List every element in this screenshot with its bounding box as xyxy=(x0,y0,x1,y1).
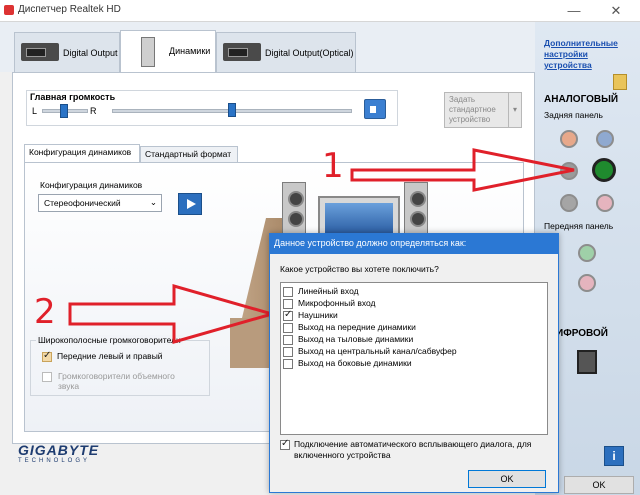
dialog-question: Какое устройство вы хотете поключить? xyxy=(280,264,439,274)
checkbox xyxy=(283,322,293,333)
checkbox xyxy=(283,286,293,297)
option-front-speakers[interactable]: Выход на передние динамики xyxy=(283,322,416,333)
option-label: Линейный вход xyxy=(298,286,359,296)
annotation-number-2: 2 xyxy=(34,292,56,332)
option-line-in[interactable]: Линейный вход xyxy=(283,286,359,297)
checkbox xyxy=(283,346,293,357)
arrow-1 xyxy=(350,148,575,192)
checkbox xyxy=(283,334,293,345)
option-label: Микрофонный вход xyxy=(298,298,376,308)
option-side-speakers[interactable]: Выход на боковые динамики xyxy=(283,358,412,369)
option-label: Выход на тыловые динамики xyxy=(298,334,414,344)
option-label: Выход на передние динамики xyxy=(298,322,416,332)
checkbox xyxy=(283,298,293,309)
option-label: Выход на центральный канал/сабвуфер xyxy=(298,346,457,356)
option-label: Наушники xyxy=(298,310,338,320)
checkbox xyxy=(280,438,290,450)
dialog-title: Данное устройство должно определяться ка… xyxy=(270,234,558,254)
checkbox xyxy=(283,358,293,369)
option-label: Выход на боковые динамики xyxy=(298,358,412,368)
checkbox xyxy=(283,309,293,321)
dialog-ok-button[interactable]: OK xyxy=(468,470,546,488)
annotation-number-1: 1 xyxy=(322,146,344,186)
checkbox-label: Подключение автоматического всплывающего… xyxy=(294,439,532,460)
option-center-sub[interactable]: Выход на центральный канал/сабвуфер xyxy=(283,346,457,357)
option-rear-speakers[interactable]: Выход на тыловые динамики xyxy=(283,334,413,345)
device-type-dialog: Данное устройство должно определяться ка… xyxy=(269,233,559,493)
device-options-list: Линейный вход Микрофонный вход Наушники … xyxy=(280,282,548,435)
option-headphones[interactable]: Наушники xyxy=(283,309,338,321)
arrow-2 xyxy=(68,284,278,344)
option-mic-in[interactable]: Микрофонный вход xyxy=(283,298,376,309)
